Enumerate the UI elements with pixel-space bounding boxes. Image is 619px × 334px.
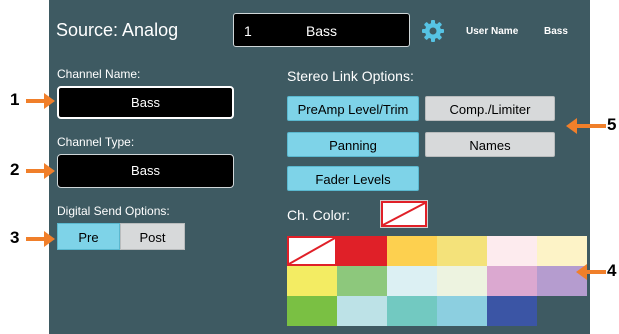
channel-type-select[interactable]: Bass — [57, 154, 234, 188]
stereo-link-heading: Stereo Link Options: — [287, 68, 414, 84]
callout-4: 4 — [607, 261, 617, 280]
color-swatch[interactable] — [387, 266, 437, 296]
callout-2: 2 — [10, 160, 20, 179]
callout-3-arrowhead — [44, 231, 55, 247]
callout-1: 1 — [10, 90, 20, 109]
color-swatch[interactable] — [337, 236, 387, 266]
user-name-label: User Name — [466, 26, 519, 37]
digital-send-label: Digital Send Options: — [57, 204, 170, 218]
callout-3-arrow — [26, 237, 46, 241]
channel-name-label: Channel Name: — [57, 67, 141, 81]
color-swatch[interactable] — [337, 266, 387, 296]
user-name-value: Bass — [544, 26, 568, 37]
color-swatch[interactable] — [487, 296, 537, 326]
color-swatch[interactable] — [387, 236, 437, 266]
current-color-swatch[interactable] — [380, 200, 428, 228]
callout-4-arrow — [586, 270, 606, 274]
color-swatch[interactable] — [437, 266, 487, 296]
channel-name-input[interactable]: Bass — [57, 86, 234, 119]
preamp-level-trim-button[interactable]: PreAmp Level/Trim — [287, 96, 419, 121]
post-button[interactable]: Post — [120, 223, 185, 250]
color-swatch[interactable] — [437, 296, 487, 326]
color-swatch[interactable] — [337, 296, 387, 326]
names-button[interactable]: Names — [425, 132, 555, 157]
callout-5-arrow — [576, 124, 606, 128]
color-swatch[interactable] — [487, 266, 537, 296]
pre-button[interactable]: Pre — [57, 223, 120, 250]
fader-levels-button[interactable]: Fader Levels — [287, 166, 419, 191]
callout-1-arrowhead — [44, 93, 55, 109]
callout-2-arrowhead — [44, 163, 55, 179]
source-title: Source: Analog — [56, 20, 179, 40]
callout-3: 3 — [10, 228, 20, 247]
callout-1-arrow — [26, 99, 46, 103]
color-swatch-grid — [287, 236, 587, 326]
color-swatch[interactable] — [487, 236, 537, 266]
gear-icon[interactable] — [420, 18, 446, 44]
color-swatch[interactable] — [287, 266, 337, 296]
swatch-no-color[interactable] — [287, 236, 337, 266]
callout-5: 5 — [607, 115, 617, 134]
callout-2-arrow — [26, 169, 46, 173]
channel-name-header-field[interactable]: 1 Bass — [233, 13, 410, 47]
comp-limiter-button[interactable]: Comp./Limiter — [425, 96, 555, 121]
color-swatch[interactable] — [537, 236, 587, 266]
channel-header-name: Bass — [305, 23, 338, 39]
channel-color-label: Ch. Color: — [287, 207, 351, 223]
color-swatch[interactable] — [387, 296, 437, 326]
channel-type-label: Channel Type: — [57, 135, 135, 149]
color-swatch[interactable] — [287, 296, 337, 326]
panning-button[interactable]: Panning — [287, 132, 419, 157]
color-swatch[interactable] — [437, 236, 487, 266]
